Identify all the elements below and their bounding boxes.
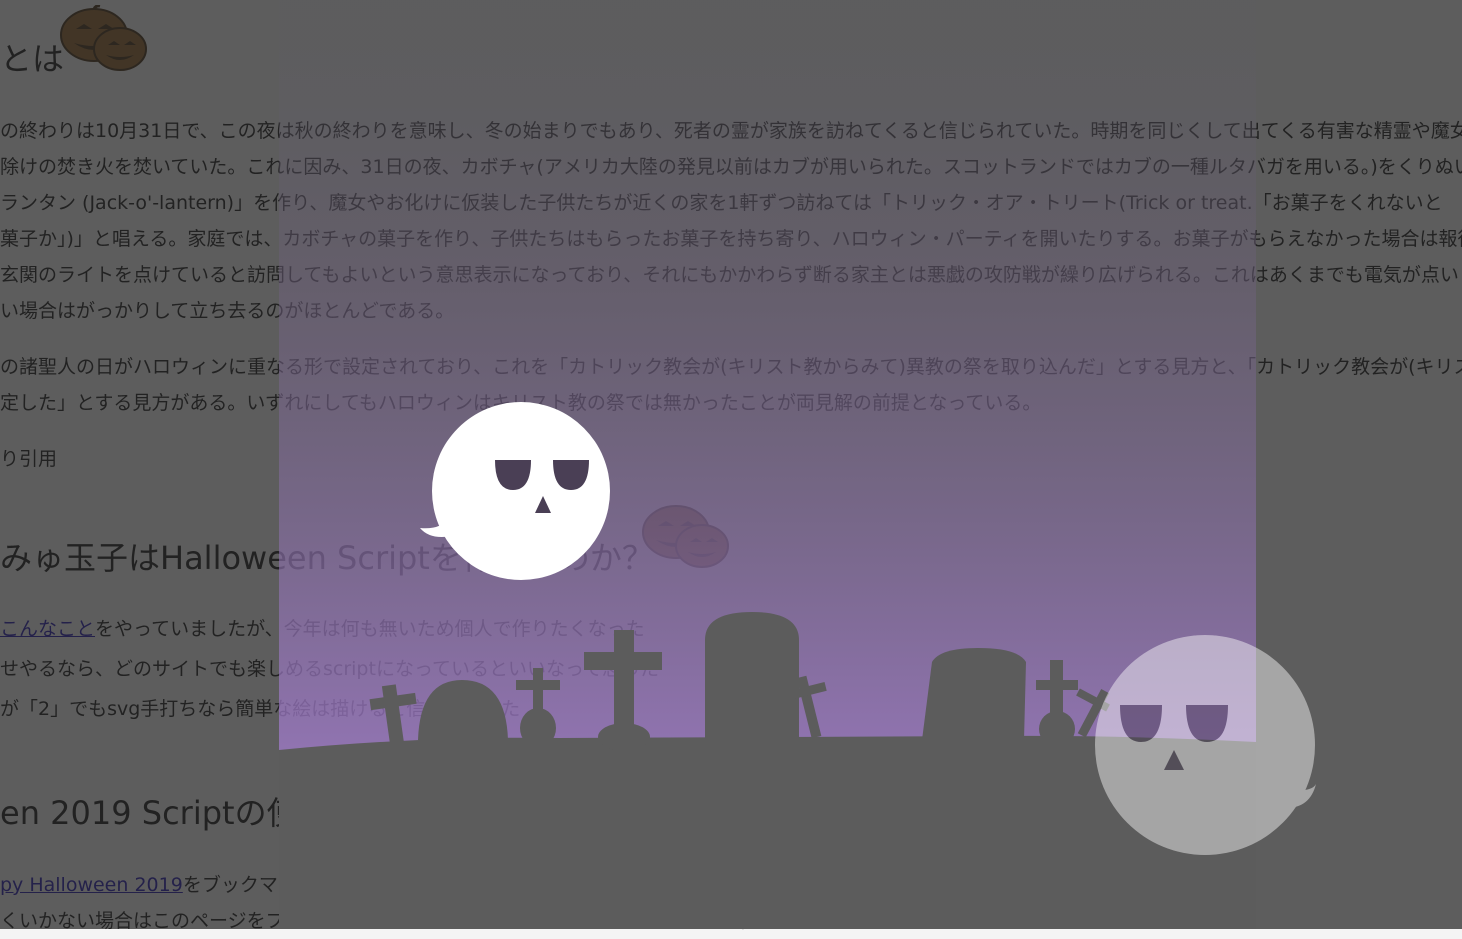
halloween-scene bbox=[279, 0, 1316, 929]
ghost-icon[interactable] bbox=[1095, 635, 1316, 855]
